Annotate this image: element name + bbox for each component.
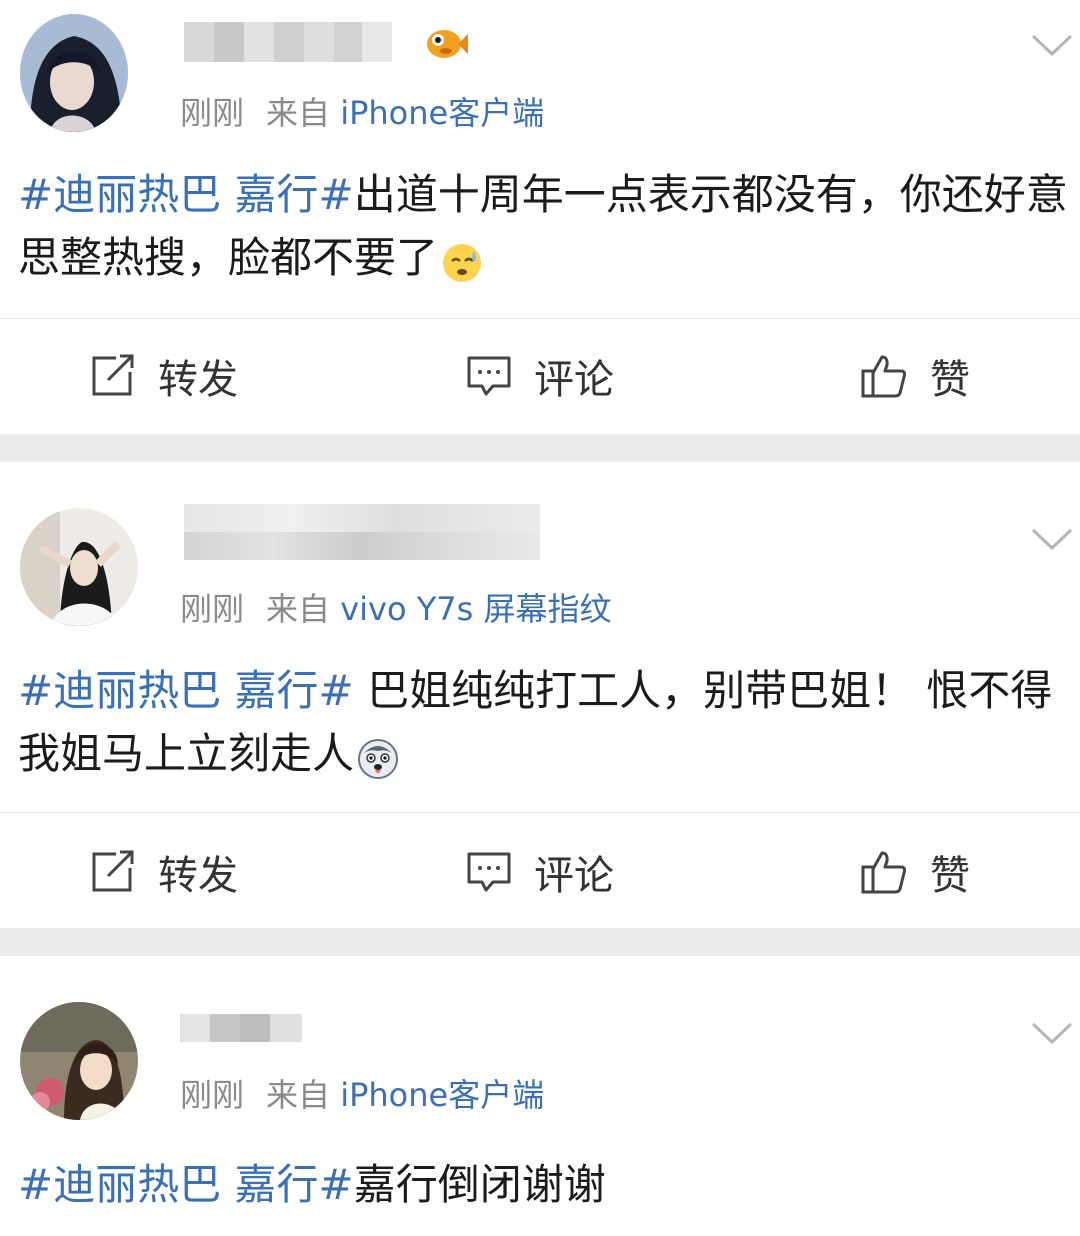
device-source[interactable]: iPhone客户端: [340, 94, 544, 132]
post-meta: 刚刚 来自 iPhone客户端: [180, 88, 544, 134]
source-prefix: 来自: [266, 590, 331, 628]
post-separator: [0, 928, 1080, 956]
avatar[interactable]: [20, 508, 138, 626]
like-label: 赞: [930, 853, 970, 899]
thumbs-up-icon: [861, 851, 907, 894]
like-button[interactable]: 赞: [860, 346, 970, 406]
post-time: 刚刚: [180, 1076, 245, 1114]
like-label: 赞: [930, 357, 970, 403]
comment-label: 评论: [534, 357, 614, 403]
chevron-down-icon[interactable]: [1030, 32, 1074, 58]
post-separator: [0, 434, 1080, 462]
post-body: #迪丽热巴 嘉行#嘉行倒闭谢谢: [18, 1153, 1068, 1216]
repost-button[interactable]: 转发: [90, 346, 238, 406]
post-time: 刚刚: [180, 590, 245, 628]
sweat-emoji-icon: [440, 239, 484, 283]
topic-link[interactable]: #迪丽热巴 嘉行#: [18, 170, 354, 219]
username-blurred[interactable]: [184, 22, 392, 62]
action-bar: 转发 评论 赞: [0, 346, 1080, 406]
action-bar: 转发 评论 赞: [0, 842, 1080, 902]
username-blurred[interactable]: [180, 1014, 302, 1042]
post-body: #迪丽热巴 嘉行# 巴姐纯纯打工人，别带巴姐！ 恨不得我姐马上立刻走人: [18, 659, 1068, 785]
repost-icon: [92, 850, 134, 892]
comment-icon: [467, 356, 511, 396]
device-source[interactable]: vivo Y7s 屏幕指纹: [340, 590, 611, 628]
source-prefix: 来自: [266, 1076, 331, 1114]
like-button[interactable]: 赞: [860, 842, 970, 902]
avatar[interactable]: [20, 1002, 138, 1120]
post-body: #迪丽热巴 嘉行#出道十周年一点表示都没有，你还好意思整热搜，脸都不要了: [18, 163, 1068, 289]
weibo-post: 刚刚 来自 iPhone客户端 #迪丽热巴 嘉行#出道十周年一点表示都没有，你还好…: [0, 0, 1080, 434]
thumbs-up-icon: [861, 355, 907, 398]
husky-emoji-icon: [356, 735, 400, 779]
comment-label: 评论: [534, 853, 614, 899]
comment-button[interactable]: 评论: [466, 346, 614, 406]
post-text: 嘉行倒闭谢谢: [353, 1160, 606, 1209]
chevron-down-icon[interactable]: [1030, 1020, 1074, 1046]
repost-label: 转发: [158, 357, 238, 403]
comment-icon: [467, 852, 511, 892]
device-source[interactable]: iPhone客户端: [340, 1076, 544, 1114]
repost-icon: [92, 354, 134, 396]
divider: [0, 318, 1080, 319]
repost-button[interactable]: 转发: [90, 842, 238, 902]
comment-button[interactable]: 评论: [466, 842, 614, 902]
avatar[interactable]: [20, 14, 128, 132]
post-time: 刚刚: [180, 94, 245, 132]
username-blurred[interactable]: [184, 504, 540, 560]
topic-link[interactable]: #迪丽热巴 嘉行#: [18, 666, 354, 715]
weibo-post: 刚刚 来自 iPhone客户端 #迪丽热巴 嘉行#嘉行倒闭谢谢: [0, 956, 1080, 1236]
chevron-down-icon[interactable]: [1030, 526, 1074, 552]
source-prefix: 来自: [266, 94, 331, 132]
repost-label: 转发: [158, 853, 238, 899]
topic-link[interactable]: #迪丽热巴 嘉行#: [18, 1160, 354, 1209]
fish-badge-icon: [424, 22, 468, 62]
divider: [0, 812, 1080, 813]
post-meta: 刚刚 来自 vivo Y7s 屏幕指纹: [180, 584, 611, 630]
weibo-post: 刚刚 来自 vivo Y7s 屏幕指纹 #迪丽热巴 嘉行# 巴姐纯纯打工人，别带巴…: [0, 462, 1080, 928]
post-meta: 刚刚 来自 iPhone客户端: [180, 1070, 544, 1116]
